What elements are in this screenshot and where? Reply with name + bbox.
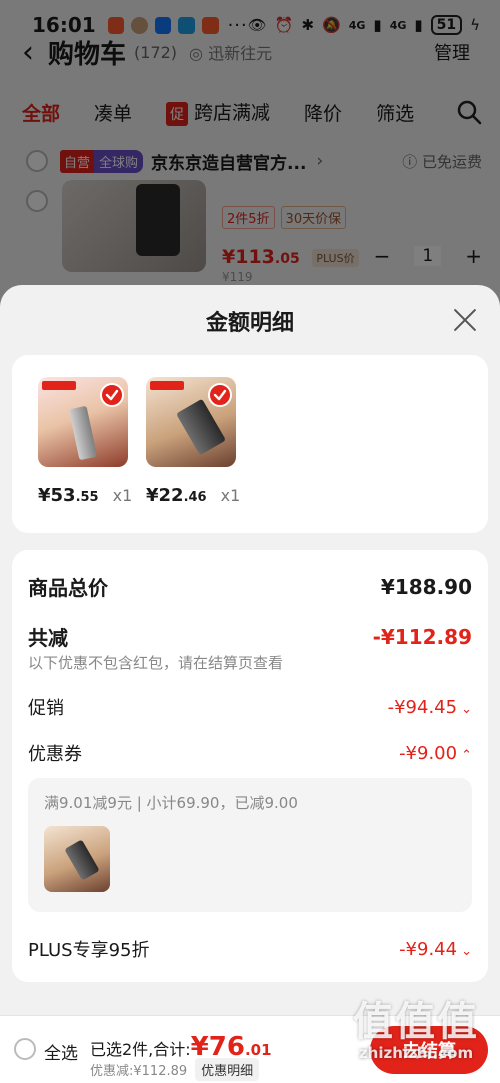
selected-item[interactable]: ¥22.46 x1 xyxy=(146,377,241,506)
selected-text: 已选2件,合计: xyxy=(90,1040,191,1059)
cleaver-image xyxy=(146,377,236,467)
discount-text: 优惠减:¥112.89 xyxy=(90,1064,188,1079)
coupon-item-image xyxy=(44,826,110,892)
goods-total-value: ¥188.90 xyxy=(380,574,472,599)
item-price: ¥53.55 xyxy=(38,485,99,506)
plus-discount-value: -¥9.44 ⌄ xyxy=(399,939,472,960)
promotion-amount: -¥94.45 xyxy=(387,696,458,718)
promotion-value: -¥94.45 ⌄ xyxy=(388,697,472,718)
goods-total-label: 商品总价 xyxy=(28,576,108,600)
total-price-dec: .01 xyxy=(244,1041,272,1059)
selected-items-card: ¥53.55 x1 ¥22.46 x1 xyxy=(12,355,488,533)
total-discount-row: 共减 -¥112.89 xyxy=(28,622,472,651)
chevron-down-icon: ⌄ xyxy=(461,701,472,717)
sheet-header: 金额明细 xyxy=(0,285,500,357)
knife-set-image xyxy=(38,377,128,467)
goods-total-row: 商品总价 ¥188.90 xyxy=(28,572,472,601)
discount-summary: 优惠减:¥112.89 优惠明细 xyxy=(90,1058,260,1081)
discount-note: 以下优惠不包含红包，请在结算页查看 xyxy=(28,654,284,672)
check-icon xyxy=(208,383,232,407)
select-all-radio[interactable] xyxy=(14,1038,36,1060)
item-price-int: ¥22 xyxy=(146,485,184,506)
total-discount-label: 共减 xyxy=(28,626,68,650)
coupon-amount: -¥9.00 xyxy=(399,742,458,764)
item-price-line: ¥53.55 x1 xyxy=(38,485,133,506)
total-discount-value: -¥112.89 xyxy=(372,624,472,649)
selected-item[interactable]: ¥53.55 x1 xyxy=(38,377,133,506)
coupon-label: 优惠券 xyxy=(28,744,82,765)
select-all-label[interactable]: 全选 xyxy=(44,1039,78,1064)
item-price-int: ¥53 xyxy=(38,485,76,506)
item-price-dec: .55 xyxy=(75,490,99,505)
watermark-domain: zhizhizhi.com xyxy=(358,1044,474,1062)
item-qty: x1 xyxy=(112,486,133,505)
plus-discount-amount: -¥9.44 xyxy=(399,938,458,960)
price-breakdown-card: 商品总价 ¥188.90 共减 -¥112.89 以下优惠不包含红包，请在结算页… xyxy=(12,550,488,982)
coupon-value: -¥9.00 ⌃ xyxy=(399,743,472,764)
sheet-title: 金额明细 xyxy=(205,311,294,336)
plus-discount-label: PLUS专享95折 xyxy=(28,940,150,961)
watermark-logo: 值值值 xyxy=(353,999,479,1045)
promotion-row[interactable]: 促销 -¥94.45 ⌄ xyxy=(28,694,472,720)
item-price: ¥22.46 xyxy=(146,485,207,506)
close-icon[interactable] xyxy=(452,307,478,333)
watermark: 值值值 zhizhizhi.com xyxy=(346,1000,486,1062)
coupon-detail-text: 满9.01减9元 | 小计69.90，已减9.00 xyxy=(44,794,298,812)
check-icon xyxy=(100,383,124,407)
discount-detail-button[interactable]: 优惠明细 xyxy=(195,1058,260,1081)
amount-detail-sheet: 金额明细 ¥53.55 x1 ¥22.46 x1 商品总价 ¥188.90 共减… xyxy=(0,285,500,1015)
chevron-down-icon: ⌄ xyxy=(461,943,472,959)
coupon-detail-box: 满9.01减9元 | 小计69.90，已减9.00 xyxy=(28,778,472,912)
chevron-up-icon: ⌃ xyxy=(461,747,472,763)
coupon-row[interactable]: 优惠券 -¥9.00 ⌃ xyxy=(28,740,472,766)
promotion-label: 促销 xyxy=(28,698,64,719)
item-price-dec: .46 xyxy=(183,490,207,505)
item-qty: x1 xyxy=(220,486,241,505)
plus-discount-row[interactable]: PLUS专享95折 -¥9.44 ⌄ xyxy=(28,936,472,962)
item-price-line: ¥22.46 x1 xyxy=(146,485,241,506)
